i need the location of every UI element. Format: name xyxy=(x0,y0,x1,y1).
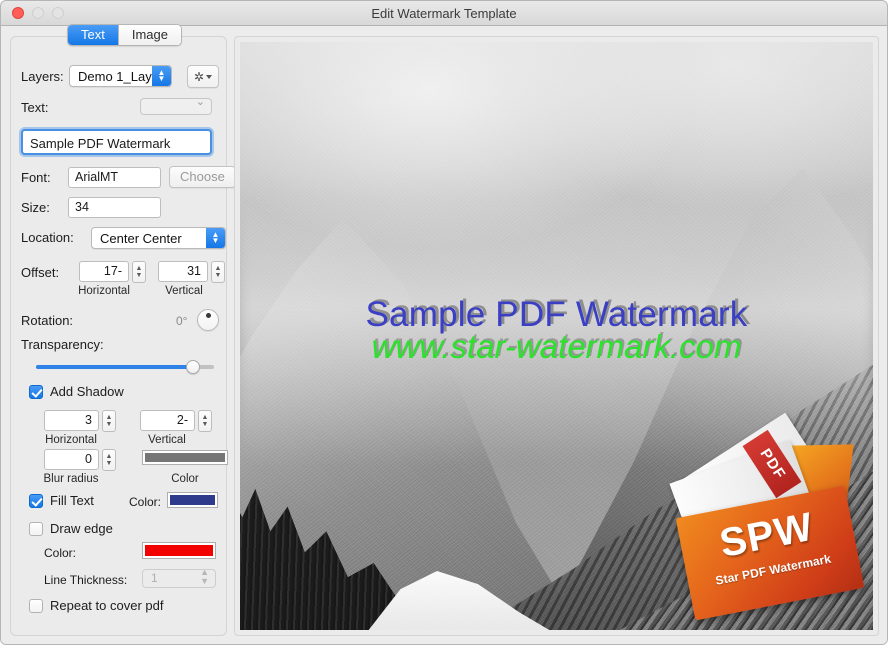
font-label: Font: xyxy=(21,170,51,185)
spw-logo: PDF SPW Star PDF Watermark xyxy=(669,412,865,621)
location-label: Location: xyxy=(21,230,74,245)
line-thickness-value: 1 xyxy=(151,571,158,585)
add-shadow-checkbox[interactable] xyxy=(29,384,43,399)
location-select-value: Center Center xyxy=(100,231,182,246)
blur-radius-stepper[interactable]: ▲ ▼ xyxy=(102,449,116,471)
title-bar: Edit Watermark Template xyxy=(1,1,887,26)
fill-color-fill xyxy=(170,495,215,505)
text-label: Text: xyxy=(21,100,49,115)
rotation-value: 0° xyxy=(176,314,188,328)
edge-color-label: Color: xyxy=(44,546,77,560)
edge-color-swatch[interactable] xyxy=(142,542,216,559)
shadow-vertical-stepper[interactable]: ▲ ▼ xyxy=(198,410,212,432)
size-label: Size: xyxy=(21,200,50,215)
fill-text-row[interactable]: Fill Text xyxy=(29,493,94,508)
line-thickness-chevrons: ▲ ▼ xyxy=(200,567,209,586)
slider-fill xyxy=(36,365,193,369)
rotation-knob[interactable] xyxy=(197,309,219,331)
layers-select-value: Demo 1_Lay... xyxy=(78,69,162,84)
blur-radius-caption: Blur radius xyxy=(43,473,99,485)
add-shadow-row[interactable]: Add Shadow xyxy=(29,384,124,399)
edge-color-fill xyxy=(145,545,213,556)
preview-panel: Sample PDF Watermark www.star-watermark.… xyxy=(234,36,879,636)
shadow-color-caption: Color xyxy=(171,473,199,485)
mode-tabs: Text Image xyxy=(67,24,182,46)
size-field[interactable]: 34 xyxy=(68,197,161,218)
location-select-chevrons: ▲ ▼ xyxy=(206,228,225,248)
shadow-horizontal-caption: Horizontal xyxy=(45,434,97,446)
fill-text-checkbox[interactable] xyxy=(29,493,43,508)
add-shadow-label: Add Shadow xyxy=(50,384,124,399)
shadow-horizontal-field[interactable]: 3 xyxy=(44,410,99,431)
shadow-color-fill xyxy=(145,453,225,462)
repeat-cover-checkbox[interactable] xyxy=(29,598,43,613)
edit-watermark-template-window: Edit Watermark Template Text Image Layer… xyxy=(0,0,888,645)
transparency-slider[interactable] xyxy=(36,359,214,375)
watermark-text-sub: www.star-watermark.com xyxy=(371,328,742,365)
offset-vertical-field[interactable]: 31 xyxy=(158,261,208,282)
gear-icon: ✲ xyxy=(193,69,205,84)
layers-select-chevrons: ▲ ▼ xyxy=(152,66,171,86)
shadow-vertical-caption: Vertical xyxy=(148,434,186,446)
window-title: Edit Watermark Template xyxy=(371,6,517,21)
offset-horizontal-caption: Horizontal xyxy=(78,285,130,297)
draw-edge-checkbox[interactable] xyxy=(29,521,43,536)
choose-font-button[interactable]: Choose xyxy=(169,166,236,188)
fill-text-label: Fill Text xyxy=(50,493,94,508)
repeat-cover-label: Repeat to cover pdf xyxy=(50,598,164,613)
text-preset-value xyxy=(141,101,146,115)
layers-label: Layers: xyxy=(21,69,64,84)
slider-thumb[interactable] xyxy=(185,360,200,374)
draw-edge-row[interactable]: Draw edge xyxy=(29,521,113,536)
offset-vertical-stepper[interactable]: ▲ ▼ xyxy=(211,261,225,283)
offset-label: Offset: xyxy=(21,265,60,280)
text-preset-select[interactable] xyxy=(140,95,212,115)
fill-color-label: Color: xyxy=(129,495,162,509)
repeat-cover-row[interactable]: Repeat to cover pdf xyxy=(29,598,163,613)
transparency-label: Transparency: xyxy=(21,337,104,352)
line-thickness-stepper[interactable]: 1 ▲ ▼ xyxy=(142,567,216,588)
draw-edge-label: Draw edge xyxy=(50,521,113,536)
line-thickness-label: Line Thickness: xyxy=(44,573,128,587)
font-name-field[interactable]: ArialMT xyxy=(68,167,161,188)
watermark-text-input[interactable]: Sample PDF Watermark xyxy=(21,129,212,155)
tab-text[interactable]: Text xyxy=(68,25,118,45)
fill-color-swatch[interactable] xyxy=(167,492,218,508)
shadow-vertical-field[interactable]: 2- xyxy=(140,410,195,431)
chevron-down-icon xyxy=(206,74,213,79)
shadow-color-swatch[interactable] xyxy=(142,450,228,465)
shadow-horizontal-stepper[interactable]: ▲ ▼ xyxy=(102,410,116,432)
blur-radius-field[interactable]: 0 xyxy=(44,449,99,470)
layers-options-button[interactable]: ✲ xyxy=(187,65,219,88)
watermark-preview-image[interactable]: Sample PDF Watermark www.star-watermark.… xyxy=(240,42,873,630)
window-content: Text Image Layers: Demo 1_Lay... ▲ ▼ ✲ Te… xyxy=(1,24,887,644)
offset-horizontal-stepper[interactable]: ▲ ▼ xyxy=(132,261,146,283)
offset-horizontal-field[interactable]: 17- xyxy=(79,261,129,282)
rotation-label: Rotation: xyxy=(21,313,74,328)
location-select[interactable]: Center Center ▲ ▼ xyxy=(91,227,226,249)
layers-select[interactable]: Demo 1_Lay... ▲ ▼ xyxy=(69,65,172,87)
tab-image[interactable]: Image xyxy=(117,25,181,45)
offset-vertical-caption: Vertical xyxy=(165,285,203,297)
settings-panel: Text Image Layers: Demo 1_Lay... ▲ ▼ ✲ Te… xyxy=(10,24,236,636)
